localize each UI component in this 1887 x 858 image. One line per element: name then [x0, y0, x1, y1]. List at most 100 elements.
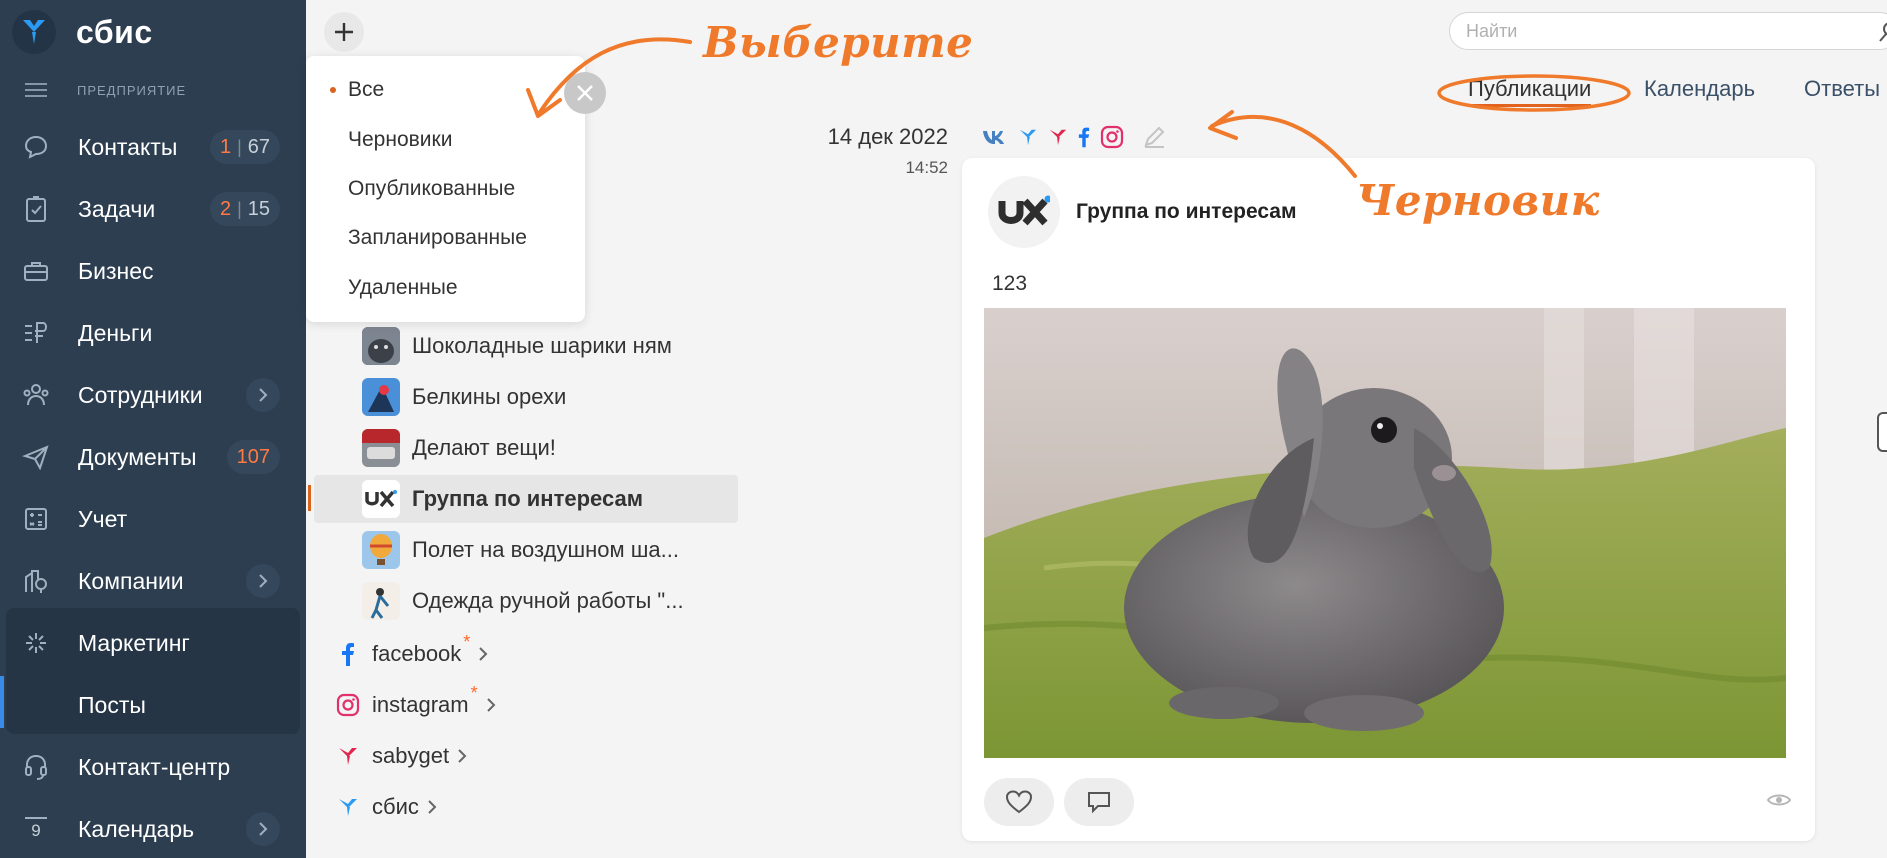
search-input[interactable]: [1466, 20, 1846, 42]
group-name: Одежда ручной работы "...: [412, 588, 684, 613]
search-box[interactable]: [1449, 12, 1887, 50]
sidebar-item-label: Контакт-центр: [78, 753, 231, 780]
sidebar-nav: Контакты 1 | 67 Задачи 2 | 15 Бизнес Деньги: [0, 116, 306, 858]
annotation-choose: Выберите: [703, 18, 974, 67]
organization-name: ПРЕДПРИЯТИЕ: [77, 82, 187, 98]
sidebar: сбис ПРЕДПРИЯТИЕ Контакты 1 | 67 Задачи 2 |…: [0, 0, 306, 858]
sidebar-item-label: Контакты: [78, 133, 178, 160]
employees-icon: [22, 381, 50, 409]
instagram-icon: [336, 693, 360, 717]
close-dropdown-button[interactable]: [564, 72, 606, 114]
chevron-right-icon[interactable]: [246, 564, 280, 598]
sidebar-item-companies[interactable]: Компании: [0, 550, 306, 612]
sidebar-item-label: Учет: [78, 505, 128, 532]
group-name: Белкины орехи: [412, 384, 567, 409]
sidebar-item-label: Документы: [78, 443, 197, 470]
brand[interactable]: сбис: [12, 10, 153, 54]
calculator-icon: [22, 505, 50, 533]
network-facebook[interactable]: facebook *: [336, 631, 488, 674]
list-item[interactable]: Одежда ручной работы "...: [314, 577, 738, 625]
list-item[interactable]: Полет на воздушном ша...: [314, 526, 738, 574]
filter-item-all[interactable]: Все: [348, 78, 384, 102]
sidebar-item-business[interactable]: Бизнес: [0, 240, 306, 302]
post-image[interactable]: [984, 308, 1786, 758]
like-button[interactable]: [984, 778, 1054, 826]
sidebar-item-money[interactable]: Деньги: [0, 302, 306, 364]
group-name: Шоколадные шарики ням: [412, 333, 672, 358]
group-name: Полет на воздушном ша...: [412, 537, 679, 562]
sidebar-item-label: Задачи: [78, 195, 156, 222]
chevron-right-icon[interactable]: [427, 799, 437, 815]
organization-switcher[interactable]: ПРЕДПРИЯТИЕ: [0, 78, 306, 102]
sidebar-item-tasks[interactable]: Задачи 2 | 15: [0, 178, 306, 240]
sidebar-item-label: Посты: [78, 691, 146, 718]
tab-replies[interactable]: Ответы: [1804, 76, 1880, 102]
post-text: 123: [992, 272, 1028, 295]
send-icon: [22, 443, 50, 471]
sidebar-item-employees[interactable]: Сотрудники: [0, 364, 306, 426]
sidebar-item-documents[interactable]: Документы 107: [0, 426, 306, 488]
sidebar-item-accounting[interactable]: Учет: [0, 488, 306, 550]
network-sabyget[interactable]: sabyget: [336, 736, 467, 776]
filter-item-deleted[interactable]: Удаленные: [348, 276, 458, 300]
post-card[interactable]: Группа по интересам 123: [962, 158, 1815, 841]
group-avatar: [362, 429, 400, 467]
group-avatar: [362, 327, 400, 365]
post-actions: [984, 778, 1134, 826]
filter-item-scheduled[interactable]: Запланированные: [348, 226, 527, 250]
chevron-right-icon[interactable]: [486, 697, 496, 713]
post-networks: [982, 124, 1166, 154]
network-sbis[interactable]: сбис: [336, 787, 437, 827]
briefcase-icon: [22, 257, 50, 285]
sbis-logo-icon: [12, 10, 56, 54]
list-item[interactable]: Делают вещи!: [314, 424, 738, 472]
eye-icon: [1767, 794, 1791, 806]
chevron-right-icon[interactable]: [457, 748, 467, 764]
post-author[interactable]: Группа по интересам: [1076, 200, 1297, 224]
draft-pencil-icon[interactable]: [1142, 125, 1166, 154]
post-time: 14:52: [905, 158, 948, 177]
network-name: sabyget: [372, 743, 450, 768]
tab-calendar[interactable]: Календарь: [1644, 76, 1755, 102]
sabyget-icon: [1048, 126, 1068, 153]
ux-logo-icon: [988, 176, 1060, 248]
sidebar-item-contact-center[interactable]: Контакт-центр: [0, 736, 306, 798]
chevron-right-icon[interactable]: [478, 646, 488, 662]
comment-button[interactable]: [1064, 778, 1134, 826]
sbis-icon: [1018, 126, 1038, 153]
chevron-right-icon[interactable]: [246, 812, 280, 846]
list-item[interactable]: Шоколадные шарики ням: [314, 322, 738, 370]
sidebar-item-label: Компании: [78, 567, 184, 594]
group-avatar: [362, 531, 400, 569]
sidebar-item-marketing[interactable]: Маркетинг: [0, 612, 306, 674]
add-button[interactable]: [324, 12, 364, 52]
comment-icon: [1088, 792, 1110, 814]
selection-marker: [308, 485, 311, 511]
search-icon[interactable]: [1878, 21, 1887, 43]
unread-star: *: [463, 631, 471, 652]
menu-icon[interactable]: [25, 83, 47, 97]
group-avatar: [362, 378, 400, 416]
side-panel-handle[interactable]: [1877, 412, 1887, 452]
filter-item-drafts[interactable]: Черновики: [348, 128, 452, 152]
headset-icon: [22, 753, 50, 781]
sidebar-item-label: Маркетинг: [78, 629, 190, 656]
calendar-icon: 9: [22, 815, 50, 843]
filter-item-published[interactable]: Опубликованные: [348, 177, 515, 201]
vk-icon: [982, 129, 1008, 150]
counter-badge: 107: [226, 440, 280, 474]
sidebar-item-contacts[interactable]: Контакты 1 | 67: [0, 116, 306, 178]
sidebar-item-label: Бизнес: [78, 257, 154, 284]
sidebar-item-calendar[interactable]: 9 Календарь: [0, 798, 306, 858]
close-icon: [577, 85, 593, 101]
network-instagram[interactable]: instagram *: [336, 683, 496, 725]
counter-badge: 1 | 67: [209, 130, 280, 164]
sidebar-item-posts[interactable]: Посты: [0, 674, 306, 736]
plus-icon: [335, 23, 353, 41]
tab-publications[interactable]: Публикации: [1468, 76, 1592, 107]
network-name: сбис: [372, 794, 419, 819]
list-item[interactable]: Белкины орехи: [314, 373, 738, 421]
list-item[interactable]: Группа по интересам: [308, 475, 738, 523]
chevron-right-icon[interactable]: [246, 378, 280, 412]
network-name: instagram: [372, 692, 469, 717]
